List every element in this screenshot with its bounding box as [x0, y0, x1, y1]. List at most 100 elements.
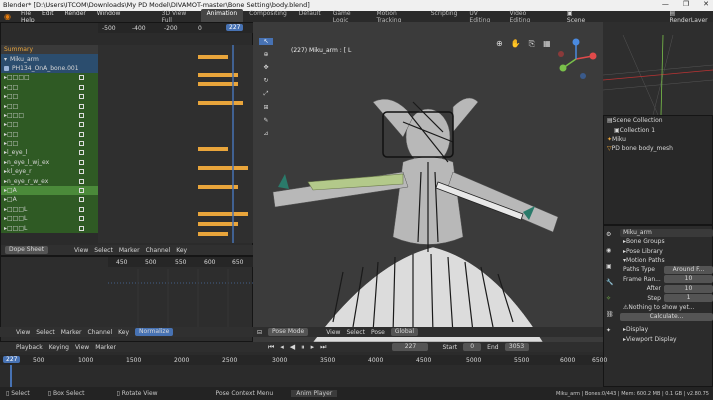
menu-playback[interactable]: Playback: [16, 344, 43, 351]
character-rig-model[interactable]: [253, 22, 603, 342]
after-field[interactable]: 10: [664, 284, 713, 293]
minimize-button[interactable]: —: [662, 0, 669, 11]
timeline-ruler[interactable]: 227 500 1000 1500 2000 2500 3000 3500 40…: [0, 355, 607, 365]
jump-end-icon[interactable]: ⏭: [320, 343, 326, 352]
menu-view[interactable]: View: [75, 344, 89, 351]
orientation-dropdown[interactable]: Global: [390, 328, 418, 336]
camera-icon[interactable]: ⎘: [529, 39, 535, 49]
visibility-checkbox[interactable]: [79, 150, 84, 156]
pose-library-panel[interactable]: ▸ Pose Library: [620, 246, 713, 255]
channel-row[interactable]: ▸ n_eye_l_wj_ex: [1, 157, 98, 168]
channel-row[interactable]: ▸ □A: [1, 195, 98, 205]
start-field[interactable]: 0: [463, 343, 482, 351]
dopesheet-editor[interactable]: -500 -400 -200 0 227 Summary ▾ Miku_arm P…: [0, 22, 254, 256]
pose-mode-dropdown[interactable]: Pose Mode: [268, 328, 309, 336]
motion-paths-panel[interactable]: ▾ Motion Paths: [620, 256, 713, 265]
zoom-icon[interactable]: ⊕: [496, 39, 503, 49]
visibility-checkbox[interactable]: [79, 225, 84, 231]
grid-icon[interactable]: ▦: [543, 39, 551, 49]
channel-row[interactable]: ▸ kl_eye_r: [1, 167, 98, 177]
channel-row[interactable]: ▸ □□: [1, 120, 98, 130]
navigation-gizmo[interactable]: [553, 36, 599, 82]
data-tab-icon[interactable]: ✦: [606, 327, 616, 334]
bone-tab-icon[interactable]: ✧: [606, 295, 616, 302]
channel-row[interactable]: ▾ Miku_arm: [1, 54, 98, 64]
menu-view[interactable]: View: [74, 247, 88, 254]
visibility-checkbox[interactable]: [79, 112, 84, 118]
render-tab-icon[interactable]: ◉: [606, 247, 616, 254]
channel-row[interactable]: ▸ □□□L: [1, 214, 98, 224]
channel-row[interactable]: ▸ l_eye_l: [1, 148, 98, 158]
step-field[interactable]: 1: [664, 294, 713, 303]
channel-row[interactable]: ▸ □□: [1, 138, 98, 149]
frame-range-field[interactable]: 10: [664, 275, 713, 284]
next-key-icon[interactable]: ▸: [311, 343, 315, 352]
menu-key[interactable]: Key: [176, 247, 187, 254]
channel-row[interactable]: ▸ □□: [1, 129, 98, 139]
jump-start-icon[interactable]: ⏮: [268, 343, 274, 352]
channel-row[interactable]: ▸ □A: [1, 185, 98, 196]
visibility-checkbox[interactable]: [79, 141, 84, 147]
menu-render[interactable]: Render: [65, 10, 86, 17]
outliner-row[interactable]: ▽ PD bone body_mesh: [604, 144, 712, 153]
bone-groups-panel[interactable]: ▸ Bone Groups: [620, 237, 713, 246]
dopesheet-ruler[interactable]: -500 -400 -200 0 227: [98, 23, 254, 33]
menu-marker[interactable]: Marker: [95, 344, 116, 351]
menu-view[interactable]: View: [326, 329, 340, 336]
dopesheet-mode-dropdown[interactable]: Dope Sheet: [5, 246, 49, 254]
outliner[interactable]: ▤ Scene Collection ▣ Collection 1 ✦ Miku…: [603, 115, 713, 225]
pan-hand-icon[interactable]: ✋: [511, 39, 521, 49]
viewport-display-panel[interactable]: ▸ Viewport Display: [620, 335, 713, 344]
blender-logo-icon[interactable]: ◉: [4, 12, 11, 21]
visibility-checkbox[interactable]: [79, 197, 84, 203]
visibility-checkbox[interactable]: [79, 103, 84, 109]
camera-preview-viewport[interactable]: [603, 22, 713, 115]
current-frame-field[interactable]: 227: [392, 343, 429, 351]
visibility-checkbox[interactable]: [79, 178, 84, 184]
menu-window[interactable]: Window: [97, 10, 121, 17]
menu-select[interactable]: Select: [346, 329, 365, 336]
channel-row[interactable]: ▸ □□: [1, 82, 98, 92]
visibility-checkbox[interactable]: [79, 216, 84, 222]
tool-tab-icon[interactable]: ⚙: [606, 231, 616, 238]
menu-marker[interactable]: Marker: [61, 329, 82, 336]
menu-channel[interactable]: Channel: [146, 247, 171, 254]
menu-key[interactable]: Key: [118, 329, 129, 336]
menu-file[interactable]: File: [21, 10, 31, 17]
current-frame-badge[interactable]: 227: [226, 24, 244, 31]
channel-row[interactable]: ▸ □□□L: [1, 204, 98, 215]
paths-type-dropdown[interactable]: Around F...: [664, 265, 713, 274]
menu-marker[interactable]: Marker: [119, 247, 140, 254]
graph-curve-area[interactable]: [108, 269, 254, 329]
object-tab-icon[interactable]: ▣: [606, 263, 616, 270]
visibility-checkbox[interactable]: [79, 169, 84, 175]
visibility-checkbox[interactable]: [79, 131, 84, 137]
visibility-checkbox[interactable]: [79, 188, 84, 194]
channel-row[interactable]: Summary: [1, 45, 98, 55]
current-frame-badge[interactable]: 227: [3, 356, 21, 363]
object-name-field[interactable]: Miku_arm: [620, 229, 713, 237]
status-anim-player[interactable]: Anim Player: [291, 390, 338, 397]
prev-key-icon[interactable]: ◂: [280, 343, 284, 352]
timeline[interactable]: Playback Keying View Marker ⏮ ◂ ◀ ⏸ ▸ ⏭ 227 S…: [0, 342, 607, 387]
visibility-checkbox[interactable]: [79, 94, 84, 100]
visibility-checkbox[interactable]: [79, 75, 84, 81]
graph-ruler[interactable]: 450 500 550 600 650: [108, 257, 254, 267]
menu-edit[interactable]: Edit: [42, 10, 54, 17]
properties-editor[interactable]: ⚙ ◉ ▣ 🔧 ✧ ⛓ ✦ Miku_arm ▸ Bone Groups ▸ P…: [603, 225, 713, 387]
visibility-checkbox[interactable]: [79, 206, 84, 212]
menu-select[interactable]: Select: [36, 329, 55, 336]
channel-row[interactable]: ▸ □□: [1, 91, 98, 102]
end-field[interactable]: 3053: [504, 343, 529, 351]
modifier-tab-icon[interactable]: 🔧: [606, 279, 616, 286]
visibility-checkbox[interactable]: [79, 159, 84, 165]
menu-view[interactable]: View: [16, 329, 30, 336]
outliner-row[interactable]: ▣ Collection 1: [604, 125, 712, 134]
channel-row[interactable]: ▸ □□□: [1, 110, 98, 121]
menu-channel[interactable]: Channel: [88, 329, 113, 336]
calculate-button[interactable]: Calculate...: [620, 313, 713, 322]
channel-row[interactable]: PH134_OnA_bone.001: [1, 63, 98, 74]
channel-row[interactable]: ▸ n_eye_r_w_ex: [1, 176, 98, 186]
channel-row[interactable]: ▸ □□□□: [1, 73, 98, 83]
menu-pose[interactable]: Pose: [371, 329, 385, 336]
